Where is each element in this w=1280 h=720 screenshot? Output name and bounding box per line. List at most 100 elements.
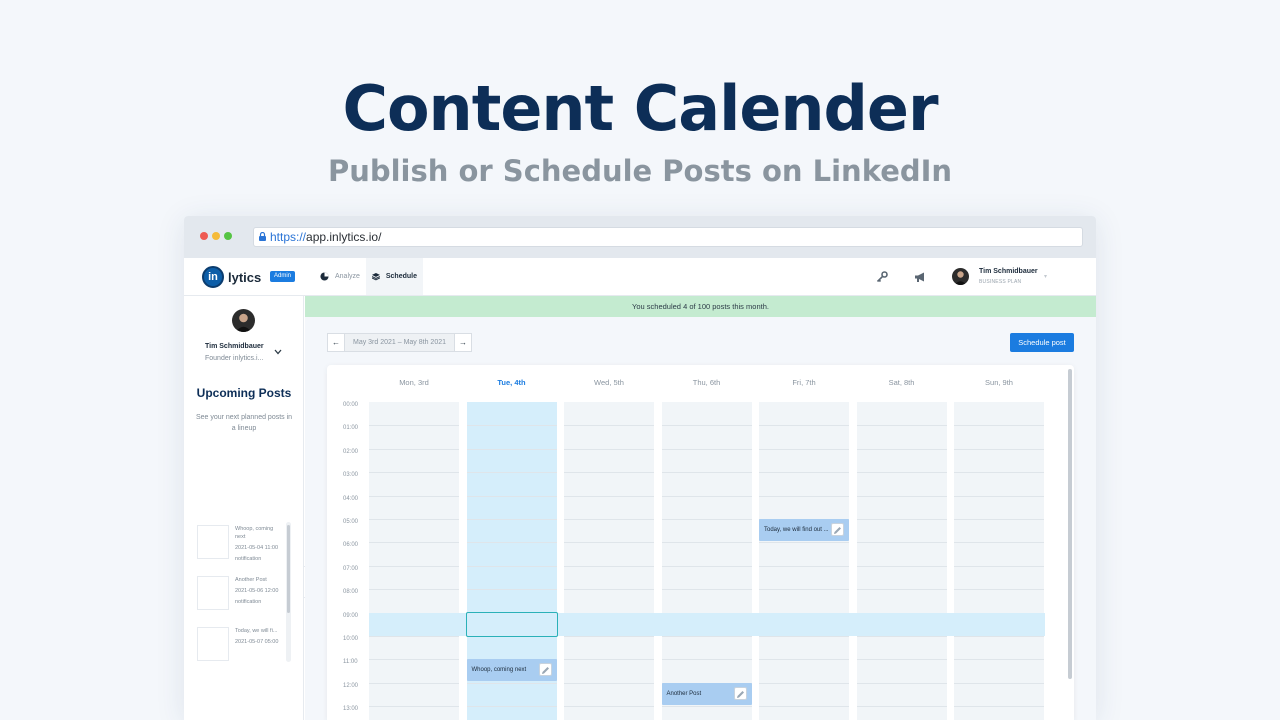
hour-gridline (759, 636, 849, 637)
next-week-button[interactable]: → (454, 333, 473, 352)
hour-gridline (954, 682, 1044, 684)
post-thumbnail (197, 576, 229, 610)
upcoming-post-item[interactable]: Today, we will fi... 2021-05-07 05:00 (197, 627, 282, 667)
hour-gridline (954, 425, 1044, 427)
post-datetime: 2021-05-07 05:00 (235, 639, 279, 645)
hour-gridline (661, 448, 752, 450)
hour-gridline (466, 565, 557, 567)
selected-time-slot[interactable] (465, 611, 558, 637)
hour-gridline (564, 636, 654, 637)
hour-label: 00:00 (343, 402, 359, 408)
hour-gridline (759, 706, 849, 708)
day-header[interactable]: Thu, 6th (662, 378, 752, 387)
hour-label: 13:00 (343, 706, 359, 713)
day-column[interactable] (856, 402, 947, 720)
hour-gridline (759, 425, 849, 427)
edit-post-icon[interactable] (831, 523, 844, 536)
hour-gridline (564, 448, 654, 450)
maximize-window-dot[interactable] (224, 232, 232, 240)
day-column[interactable] (369, 402, 459, 720)
post-details: Whoop, coming next 2021-05-04 11:00 noti… (235, 525, 283, 566)
calendar-event[interactable]: Whoop, coming next (466, 659, 557, 682)
calendar-event[interactable]: Another Post (661, 682, 752, 705)
calendar-event[interactable]: Today, we will find out ... (759, 519, 849, 541)
hour-gridline (954, 659, 1044, 661)
hour-gridline (369, 425, 459, 427)
tab-schedule-label: Schedule (385, 273, 417, 280)
upcoming-posts-title: Upcoming Posts (196, 386, 292, 400)
edit-post-icon[interactable] (733, 686, 747, 700)
user-name[interactable]: Tim Schmidbauer (979, 268, 1038, 275)
event-title: Today, we will find out ... (764, 527, 829, 533)
day-header[interactable]: Tue, 4th (467, 378, 557, 387)
hour-gridline (759, 659, 849, 661)
browser-toolbar: https://app.inlytics.io/ (184, 216, 1096, 258)
megaphone-icon[interactable] (914, 271, 926, 283)
minimize-window-dot[interactable] (212, 232, 220, 240)
hour-gridline (856, 682, 947, 684)
url-scheme: https:// (270, 230, 307, 244)
hour-gridline (369, 495, 459, 497)
hour-gridline (564, 425, 654, 427)
pencil-icon (541, 667, 549, 675)
hour-gridline (564, 542, 654, 544)
post-title: Today, we will fi... (235, 628, 278, 634)
url-bar[interactable]: https://app.inlytics.io/ (253, 227, 1083, 247)
day-header[interactable]: Mon, 3rd (369, 378, 459, 387)
tab-analyze[interactable]: Analyze (314, 258, 366, 295)
inlytics-logo[interactable]: in lytics (202, 266, 261, 288)
previous-week-button[interactable]: ← (327, 333, 345, 352)
hour-gridline (856, 659, 947, 661)
day-column[interactable] (954, 402, 1044, 720)
close-window-dot[interactable] (200, 232, 208, 240)
hour-gridline (661, 425, 752, 427)
sidebar-scrollbar-thumb[interactable] (287, 525, 290, 613)
user-menu-caret-icon[interactable]: ▾ (1044, 273, 1047, 280)
main-content: You scheduled 4 of 100 posts this month.… (305, 296, 1096, 720)
chevron-down-icon[interactable] (274, 349, 282, 355)
hour-gridline (856, 519, 947, 520)
post-title: Whoop, coming next (235, 526, 274, 540)
day-header[interactable]: Wed, 5th (564, 378, 654, 387)
upcoming-post-item[interactable]: Whoop, coming next 2021-05-04 11:00 noti… (197, 525, 282, 565)
day-column[interactable] (564, 402, 654, 720)
hour-gridline (856, 425, 947, 427)
schedule-post-button[interactable]: Schedule post (1010, 333, 1074, 352)
day-column[interactable] (759, 402, 849, 720)
hour-gridline (466, 425, 557, 427)
calendar-scrollbar[interactable] (1068, 369, 1072, 679)
hour-gridline (759, 495, 849, 497)
pencil-icon (834, 527, 841, 534)
hour-gridline (466, 448, 557, 450)
hour-gridline (856, 495, 947, 497)
hour-gridline (466, 472, 557, 474)
hour-gridline (564, 706, 654, 708)
hour-gridline (564, 565, 654, 567)
hour-gridline (856, 636, 947, 637)
week-range: May 3rd 2021 – May 8th 2021 (345, 333, 455, 352)
hour-gridline (856, 589, 947, 591)
hour-gridline (954, 542, 1044, 544)
day-header[interactable]: Sun, 9th (954, 378, 1044, 387)
hour-gridline (369, 472, 459, 474)
hour-gridline (759, 589, 849, 591)
hour-label: 07:00 (343, 565, 359, 572)
sidebar-avatar (232, 309, 255, 332)
hour-label: 05:00 (343, 519, 359, 525)
user-avatar[interactable] (952, 268, 969, 285)
hour-gridline (856, 448, 947, 450)
day-column[interactable] (661, 402, 752, 720)
hour-gridline (856, 542, 947, 544)
hour-gridline (954, 636, 1044, 637)
hour-gridline (856, 472, 947, 474)
key-icon[interactable] (876, 271, 888, 283)
hour-gridline (759, 682, 849, 684)
tab-schedule[interactable]: Schedule (366, 258, 423, 295)
hour-gridline (954, 519, 1044, 520)
day-header[interactable]: Fri, 7th (759, 378, 849, 387)
hour-label: 09:00 (343, 612, 359, 619)
upcoming-post-item[interactable]: Another Post 2021-05-06 12:00 notificati… (197, 576, 282, 616)
post-title: Another Post (235, 577, 267, 583)
edit-post-icon[interactable] (538, 663, 552, 677)
day-header[interactable]: Sat, 8th (857, 378, 947, 387)
